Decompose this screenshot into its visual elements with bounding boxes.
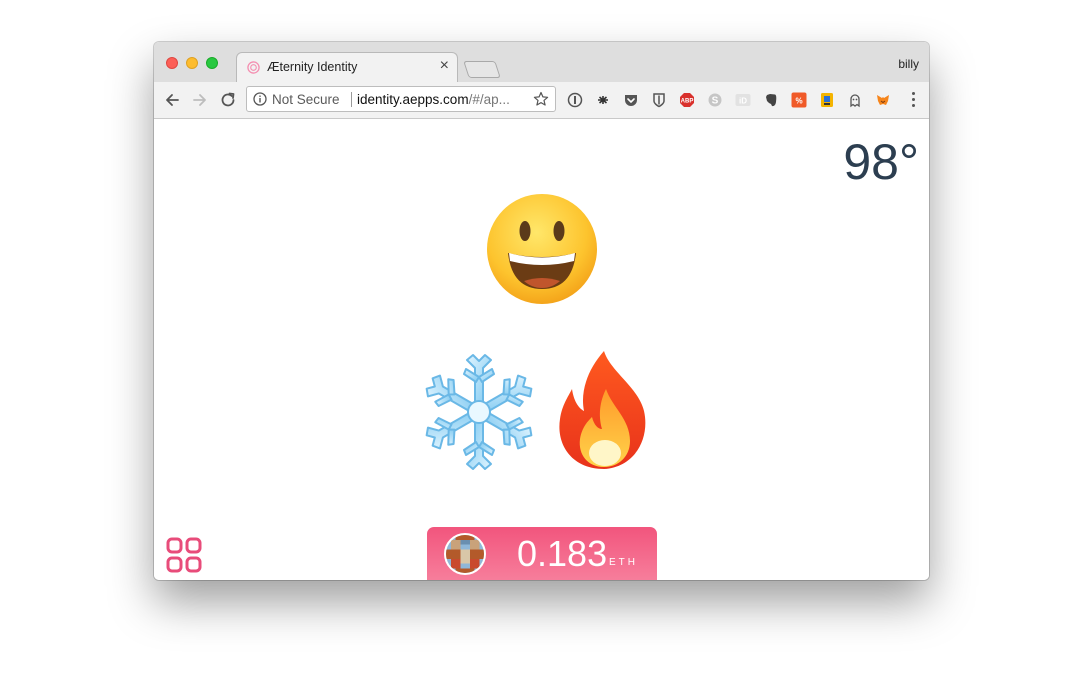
skype-icon[interactable]: S	[707, 92, 723, 108]
svg-text:%: %	[795, 97, 802, 106]
window-close-button[interactable]	[166, 57, 178, 69]
tab-title: Æternity Identity	[267, 60, 358, 74]
new-tab-button[interactable]	[463, 61, 501, 78]
forward-button[interactable]	[189, 89, 211, 111]
browser-window: Æternity Identity × billy Not Secure ide…	[154, 42, 929, 580]
temperature-display: 98°	[843, 134, 919, 190]
bookmark-star-icon[interactable]	[533, 91, 549, 107]
arrow-right-icon	[193, 94, 206, 106]
keep-icon[interactable]	[819, 92, 835, 108]
profile-name[interactable]: billy	[898, 57, 919, 71]
apps-grid-icon[interactable]	[166, 537, 202, 573]
balance-amount: 0.183	[517, 533, 608, 574]
identicon-icon	[446, 535, 484, 573]
omnibox-separator	[351, 92, 352, 107]
url-text[interactable]: identity.aepps.com/#/ap...	[357, 92, 510, 107]
arrow-left-icon	[166, 94, 179, 106]
tab-aeternity-identity[interactable]: Æternity Identity ×	[236, 52, 458, 82]
browser-toolbar: Not Secure identity.aepps.com/#/ap... AB…	[154, 82, 929, 119]
security-label[interactable]: Not Secure	[272, 92, 340, 107]
svg-text:ABP: ABP	[681, 99, 694, 105]
reload-button[interactable]	[217, 89, 239, 111]
aeternity-icon	[247, 61, 260, 74]
id-icon[interactable]: iD	[735, 92, 751, 108]
back-button[interactable]	[161, 89, 183, 111]
address-bar[interactable]: Not Secure identity.aepps.com/#/ap...	[246, 86, 556, 112]
evernote-icon[interactable]	[763, 92, 779, 108]
translate-icon[interactable]: %	[791, 92, 807, 108]
tab-close-icon[interactable]: ×	[440, 57, 449, 74]
snowflake-icon[interactable]	[418, 351, 540, 473]
ghostery-icon[interactable]	[847, 92, 863, 108]
tab-strip: Æternity Identity × billy	[154, 42, 929, 82]
fire-icon[interactable]	[550, 349, 658, 473]
balance-bar[interactable]: 0.183 ETH	[427, 527, 657, 580]
extension-asterisk-icon[interactable]	[595, 92, 611, 108]
svg-text:S: S	[712, 96, 719, 107]
window-minimize-button[interactable]	[186, 57, 198, 69]
window-maximize-button[interactable]	[206, 57, 218, 69]
grinning-face-icon	[487, 194, 597, 304]
bitwarden-icon[interactable]	[651, 92, 667, 108]
avatar[interactable]	[444, 533, 486, 575]
1password-icon[interactable]	[567, 92, 583, 108]
metamask-icon[interactable]	[875, 92, 891, 108]
url-host: identity.aepps.com	[357, 92, 469, 107]
page-content: 98° 0.183 ETH	[154, 119, 929, 580]
info-icon[interactable]	[253, 92, 267, 106]
pocket-icon[interactable]	[623, 92, 639, 108]
browser-menu-icon[interactable]	[911, 92, 915, 108]
balance-unit: ETH	[609, 557, 638, 568]
adblock-plus-icon[interactable]: ABP	[679, 92, 695, 108]
url-path: /#/ap...	[468, 92, 510, 107]
reload-icon	[221, 92, 235, 107]
svg-text:iD: iD	[739, 97, 747, 106]
